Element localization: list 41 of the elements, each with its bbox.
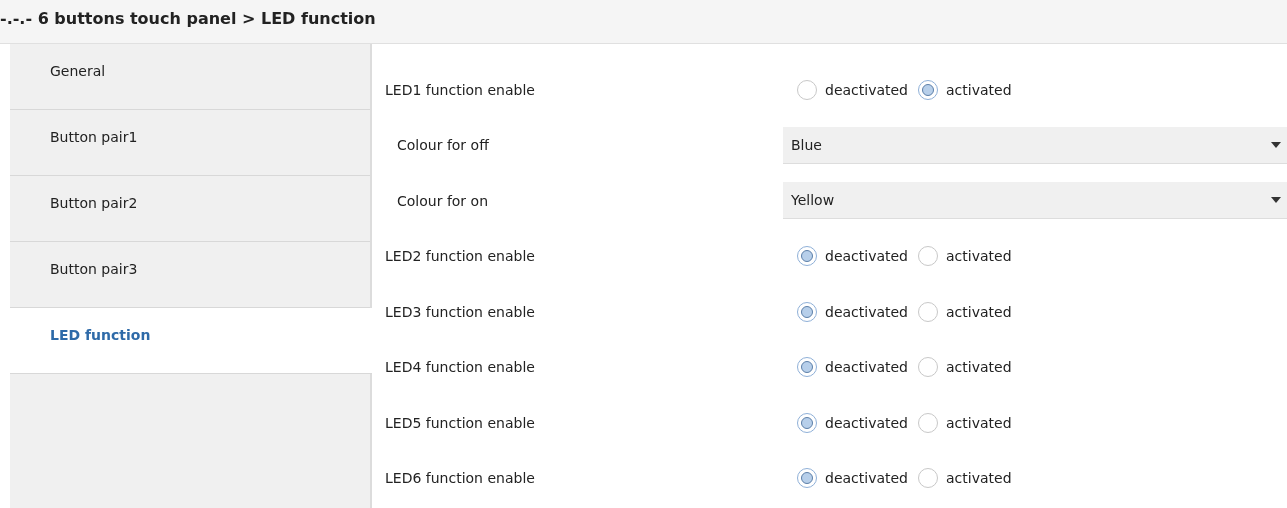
radio-option[interactable]: deactivated [797,357,908,378]
parameter-label: LED1 function enable [385,81,536,98]
radio-button[interactable] [918,468,938,489]
radio-button[interactable] [797,468,817,489]
radio-button[interactable] [918,79,938,100]
radio-option[interactable]: deactivated [797,301,908,322]
sidebar-item[interactable]: Button pair1 [10,110,370,176]
breadcrumb-title: -.-.- 6 buttons touch panel > LED function [0,9,376,30]
parameter-label: LED5 function enable [385,414,536,431]
radio-button[interactable] [918,357,938,378]
radio-button[interactable] [797,79,817,100]
parameter-label: LED2 function enable [385,248,536,265]
radio-option[interactable]: activated [918,79,1012,100]
radio-option[interactable]: activated [918,246,1012,267]
radio-option[interactable]: deactivated [797,246,908,267]
radio-option[interactable]: activated [918,412,1012,433]
radio-button[interactable] [797,412,817,433]
sidebar-item[interactable]: Button pair2 [10,176,370,242]
radio-option[interactable]: deactivated [797,468,908,489]
radio-button[interactable] [918,301,938,322]
radio-option[interactable]: deactivated [797,79,908,100]
dropdown[interactable]: Yellow [783,182,1287,220]
radio-option[interactable]: activated [918,468,1012,489]
sidebar-item[interactable]: LED function [10,308,372,374]
radio-button[interactable] [918,412,938,433]
caret-icon [1271,141,1281,148]
parameter-label: LED6 function enable [385,470,536,487]
radio-option[interactable]: activated [918,301,1012,322]
parameter-label: Colour for on [396,192,489,209]
parameter-label: LED4 function enable [385,359,536,376]
dropdown[interactable]: Blue [783,126,1287,164]
radio-button[interactable] [797,301,817,322]
parameter-label: LED3 function enable [385,303,536,320]
radio-button[interactable] [797,246,817,267]
radio-option[interactable]: deactivated [797,412,908,433]
radio-button[interactable] [797,357,817,378]
sidebar-item[interactable]: General [10,44,370,110]
parameter-label: Colour for off [396,137,491,154]
caret-icon [1271,197,1281,204]
radio-option[interactable]: activated [918,357,1012,378]
radio-button[interactable] [918,246,938,267]
